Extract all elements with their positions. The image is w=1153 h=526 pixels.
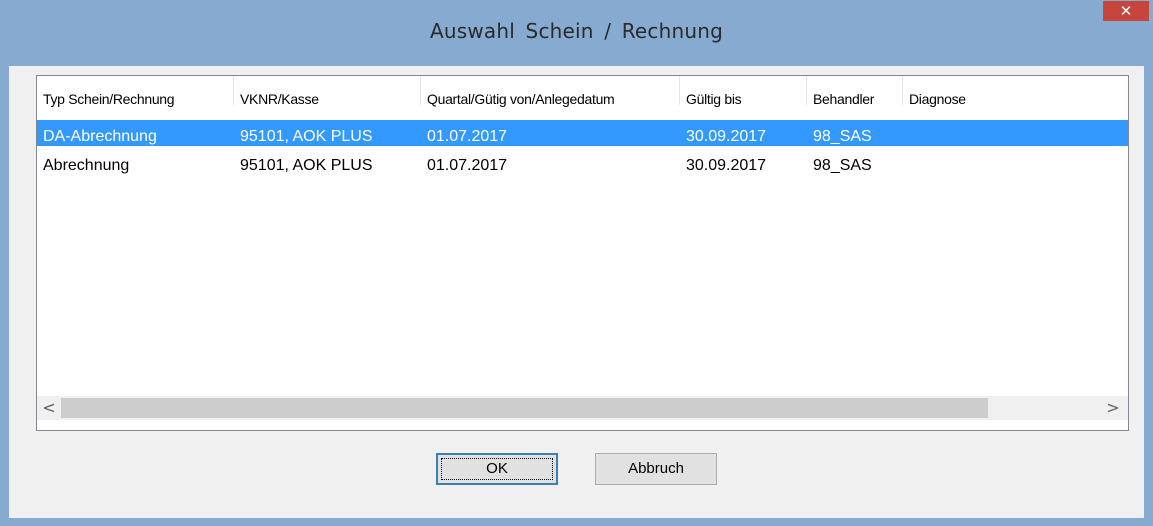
- column-header-gueltig-von[interactable]: Quartal/Gütig von/Anlegedatum: [421, 76, 680, 107]
- scroll-right-icon[interactable]: >: [1103, 396, 1123, 420]
- cell-kasse: 95101, AOK PLUS: [240, 157, 373, 174]
- window-title: Auswahl Schein / Rechnung: [429, 19, 724, 43]
- cell-gueltig-bis: 30.09.2017: [686, 157, 767, 174]
- dialog-body: Typ Schein/Rechnung VKNR/Kasse Quartal/G…: [9, 66, 1144, 518]
- cancel-button-label: Abbruch: [628, 460, 684, 477]
- ok-button[interactable]: OK: [436, 453, 558, 485]
- column-header-behandler[interactable]: Behandler: [807, 76, 903, 107]
- cell-diagnose: [903, 149, 909, 175]
- scrollbar-thumb[interactable]: [61, 398, 988, 418]
- cell-gueltig-von: 01.07.2017: [427, 128, 508, 145]
- selection-list[interactable]: Typ Schein/Rechnung VKNR/Kasse Quartal/G…: [36, 75, 1129, 431]
- list-row[interactable]: DA-Abrechnung 95101, AOK PLUS 01.07.2017…: [37, 120, 1128, 146]
- scroll-left-icon[interactable]: <: [39, 396, 59, 420]
- cell-behandler: 98_SAS: [813, 128, 872, 145]
- column-header-kasse[interactable]: VKNR/Kasse: [234, 76, 421, 107]
- cell-gueltig-bis: 30.09.2017: [686, 128, 767, 145]
- list-row[interactable]: Abrechnung 95101, AOK PLUS 01.07.2017 30…: [37, 149, 1128, 175]
- column-header-typ[interactable]: Typ Schein/Rechnung: [37, 76, 234, 107]
- focus-ring: [441, 458, 553, 480]
- cancel-button[interactable]: Abbruch: [595, 453, 717, 485]
- dialog-window: Auswahl Schein / Rechnung ✕ Typ Schein/R…: [0, 0, 1153, 526]
- title-bar[interactable]: Auswahl Schein / Rechnung ✕: [0, 0, 1153, 66]
- cell-diagnose: [903, 120, 909, 146]
- column-header-gueltig-bis[interactable]: Gültig bis: [680, 76, 807, 107]
- cell-behandler: 98_SAS: [813, 157, 872, 174]
- cell-typ: Abrechnung: [43, 157, 130, 174]
- cell-gueltig-von: 01.07.2017: [427, 157, 508, 174]
- column-header-diagnose[interactable]: Diagnose: [903, 76, 1128, 107]
- cell-kasse: 95101, AOK PLUS: [240, 128, 373, 145]
- horizontal-scrollbar[interactable]: < >: [37, 396, 1128, 420]
- list-header: Typ Schein/Rechnung VKNR/Kasse Quartal/G…: [37, 76, 1128, 107]
- close-button[interactable]: ✕: [1103, 1, 1149, 21]
- close-icon: ✕: [1119, 2, 1133, 20]
- cell-typ: DA-Abrechnung: [43, 128, 157, 145]
